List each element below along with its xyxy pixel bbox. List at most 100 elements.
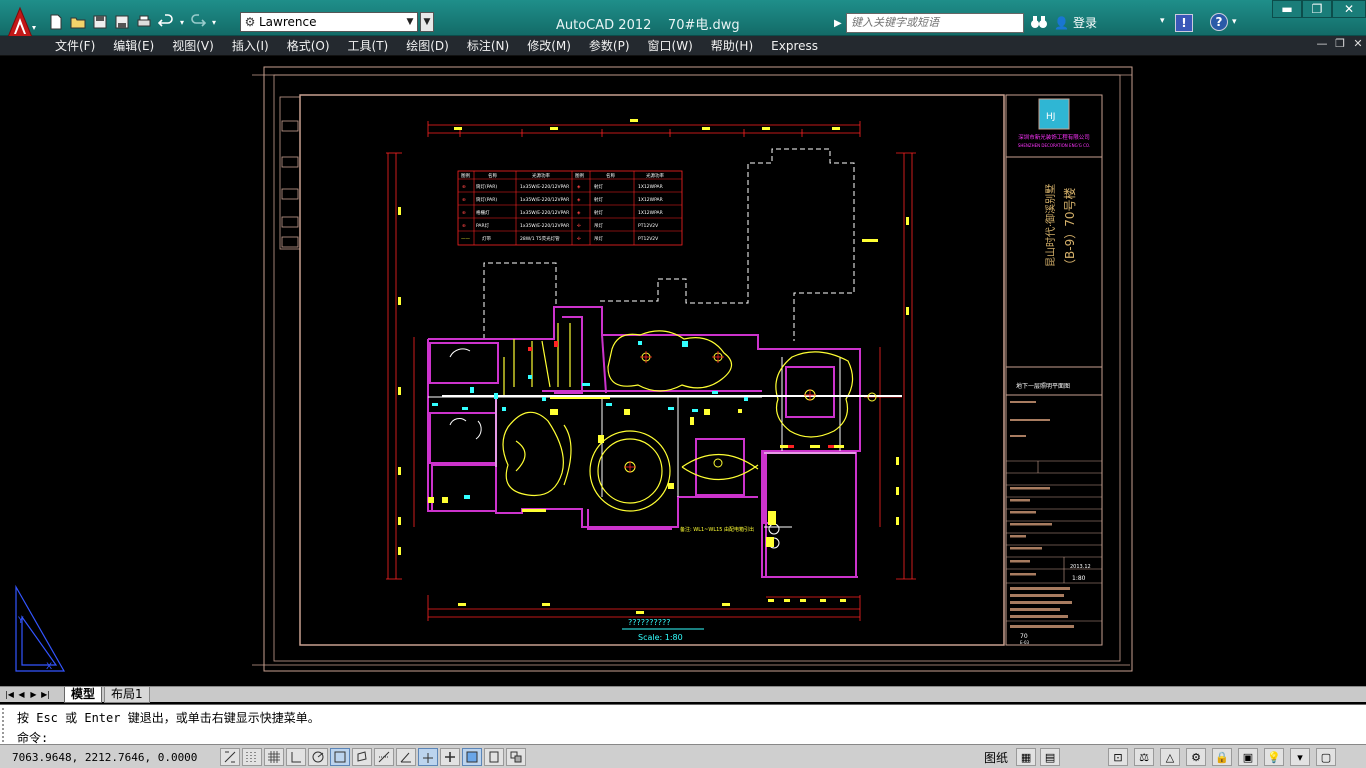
drawing-canvas[interactable]: HJ 深圳市新光装饰工程有限公司 SHENZHEN DECORATION ENG…	[2, 57, 1364, 685]
redo-icon[interactable]	[188, 12, 208, 32]
menu-tools[interactable]: 工具(T)	[339, 38, 398, 54]
dynamic-ucs-icon[interactable]	[396, 748, 416, 766]
circuit-note: 备注: WL1~WL15 由配电箱引出	[680, 526, 754, 533]
svg-text:PAR灯: PAR灯	[476, 222, 490, 229]
lock-icon[interactable]: 🔒	[1212, 748, 1232, 766]
svg-text:PT12V2V: PT12V2V	[638, 236, 659, 242]
plan-scale: Scale: 1:80	[638, 633, 683, 642]
transparency-icon[interactable]	[462, 748, 482, 766]
legend-table: 图例 名称 光源功率 图例 名称 光源功率 ⊕ 筒灯(PAR) 1x35W/E-…	[457, 170, 683, 246]
menu-bar: 文件(F) 编辑(E) 视图(V) 插入(I) 格式(O) 工具(T) 绘图(D…	[0, 36, 1366, 56]
binoculars-search-icon[interactable]	[1030, 14, 1048, 30]
object-snap-tracking-icon[interactable]	[374, 748, 394, 766]
window-title: AutoCAD 2012 70#电.dwg	[556, 14, 740, 33]
title-bar: ▾ ▾ ⚙ Lawrence ▼ ▼ AutoCAD 2012 70#电.dwg…	[0, 0, 1366, 43]
tab-navigation: |◀ ◀ ▶ ▶|	[4, 688, 51, 701]
clean-screen-icon[interactable]: ▢	[1316, 748, 1336, 766]
search-input[interactable]	[846, 13, 1024, 33]
date-value: 2013.12	[1070, 564, 1091, 570]
menu-window[interactable]: 窗口(W)	[639, 38, 702, 54]
maximize-viewport-icon[interactable]: ⊡	[1108, 748, 1128, 766]
menu-dimension[interactable]: 标注(N)	[458, 38, 518, 54]
object-snap-icon[interactable]	[330, 748, 350, 766]
svg-text:⊕: ⊕	[462, 211, 466, 216]
quick-properties-icon[interactable]	[484, 748, 504, 766]
command-line-grip[interactable]	[2, 708, 10, 742]
svg-text:筒灯(PAR): 筒灯(PAR)	[476, 196, 497, 203]
menu-format[interactable]: 格式(O)	[278, 38, 339, 54]
svg-text:⊕: ⊕	[462, 198, 466, 203]
legend-h2: 光源功率	[532, 172, 550, 179]
menu-express[interactable]: Express	[762, 38, 827, 54]
last-tab-icon[interactable]: ▶|	[40, 688, 51, 701]
performance-icon[interactable]: ▣	[1238, 748, 1258, 766]
help-dropdown-icon[interactable]: ▾	[1232, 17, 1237, 27]
doc-restore-icon[interactable]: ❐	[1332, 37, 1348, 53]
svg-text:吊灯: 吊灯	[594, 235, 603, 242]
doc-minimize-icon[interactable]: —	[1314, 37, 1330, 53]
status-menu-icon[interactable]: ▾	[1290, 748, 1310, 766]
menu-view[interactable]: 视图(V)	[163, 38, 223, 54]
prev-tab-icon[interactable]: ◀	[16, 688, 27, 701]
help-icon[interactable]: ?	[1210, 13, 1228, 31]
undo-icon[interactable]	[156, 12, 176, 32]
menu-insert[interactable]: 插入(I)	[223, 38, 278, 54]
redo-dropdown-icon[interactable]: ▾	[210, 12, 218, 32]
menu-draw[interactable]: 绘图(D)	[397, 38, 458, 54]
search-expand-icon[interactable]: ▶	[834, 13, 846, 33]
model-paper-toggle[interactable]: 图纸	[984, 749, 1008, 766]
menu-edit[interactable]: 编辑(E)	[104, 38, 163, 54]
menu-parametric[interactable]: 参数(P)	[580, 38, 639, 54]
login-button[interactable]: 👤 登录	[1054, 14, 1097, 31]
workspace-select[interactable]: ⚙ Lawrence ▼	[240, 12, 418, 32]
close-icon[interactable]: ✕	[1332, 0, 1366, 18]
3d-object-snap-icon[interactable]	[352, 748, 372, 766]
save-icon[interactable]	[90, 12, 110, 32]
infer-constraints-icon[interactable]	[220, 748, 240, 766]
svg-text:X: X	[46, 662, 52, 672]
tab-model[interactable]: 模型	[64, 687, 103, 703]
open-folder-icon[interactable]	[68, 12, 88, 32]
ucs-icon: Y X	[15, 584, 66, 672]
qat-customize-button[interactable]: ▼	[420, 12, 434, 32]
exchange-icon[interactable]: !	[1175, 14, 1193, 32]
selection-cycling-icon[interactable]	[506, 748, 526, 766]
menu-help[interactable]: 帮助(H)	[702, 38, 762, 54]
login-dropdown-icon[interactable]: ▾	[1160, 16, 1165, 26]
quick-view-layouts-icon[interactable]: ▦	[1016, 748, 1037, 766]
annotation-visibility-icon[interactable]: △	[1160, 748, 1180, 766]
lineweight-icon[interactable]	[440, 748, 460, 766]
annotation-scale-icon[interactable]: ⚖	[1134, 748, 1154, 766]
menu-file[interactable]: 文件(F)	[46, 38, 104, 54]
drawing-svg: HJ 深圳市新光装饰工程有限公司 SHENZHEN DECORATION ENG…	[15, 66, 1133, 672]
snap-mode-icon[interactable]	[242, 748, 262, 766]
dynamic-input-icon[interactable]	[418, 748, 438, 766]
ortho-icon[interactable]	[286, 748, 306, 766]
print-icon[interactable]	[134, 12, 154, 32]
building-name: （B-9）70号楼	[1062, 188, 1077, 271]
first-tab-icon[interactable]: |◀	[4, 688, 15, 701]
coordinate-readout[interactable]: 7063.9648, 2212.7646, 0.0000	[12, 751, 197, 764]
new-file-icon[interactable]	[46, 12, 66, 32]
svg-text:——: ——	[461, 237, 471, 242]
undo-dropdown-icon[interactable]: ▾	[178, 12, 186, 32]
tab-layout1[interactable]: 布局1	[104, 687, 150, 703]
svg-text:◈: ◈	[577, 185, 581, 190]
isolate-objects-icon[interactable]: 💡	[1264, 748, 1284, 766]
save-as-icon[interactable]	[112, 12, 132, 32]
svg-text:射灯: 射灯	[594, 209, 603, 216]
next-tab-icon[interactable]: ▶	[28, 688, 39, 701]
document-window-controls: — ❐ ✕	[1314, 37, 1366, 53]
svg-text:射灯: 射灯	[594, 183, 603, 190]
command-history: 按 Esc 或 Enter 键退出，或单击右键显示快捷菜单。	[17, 711, 320, 725]
minimize-icon[interactable]: ▬	[1272, 0, 1302, 18]
restore-icon[interactable]: ❐	[1302, 0, 1332, 18]
svg-text:1x35W/E-220/12VPAR: 1x35W/E-220/12VPAR	[520, 184, 569, 190]
status-bar: 7063.9648, 2212.7646, 0.0000 图纸 ▦ ▤ ⊡ ⚖ …	[0, 744, 1366, 768]
doc-close-icon[interactable]: ✕	[1350, 37, 1366, 53]
quick-view-drawings-icon[interactable]: ▤	[1040, 748, 1061, 766]
polar-tracking-icon[interactable]	[308, 748, 328, 766]
menu-modify[interactable]: 修改(M)	[518, 38, 580, 54]
workspace-switching-icon[interactable]: ⚙	[1186, 748, 1206, 766]
grid-icon[interactable]	[264, 748, 284, 766]
